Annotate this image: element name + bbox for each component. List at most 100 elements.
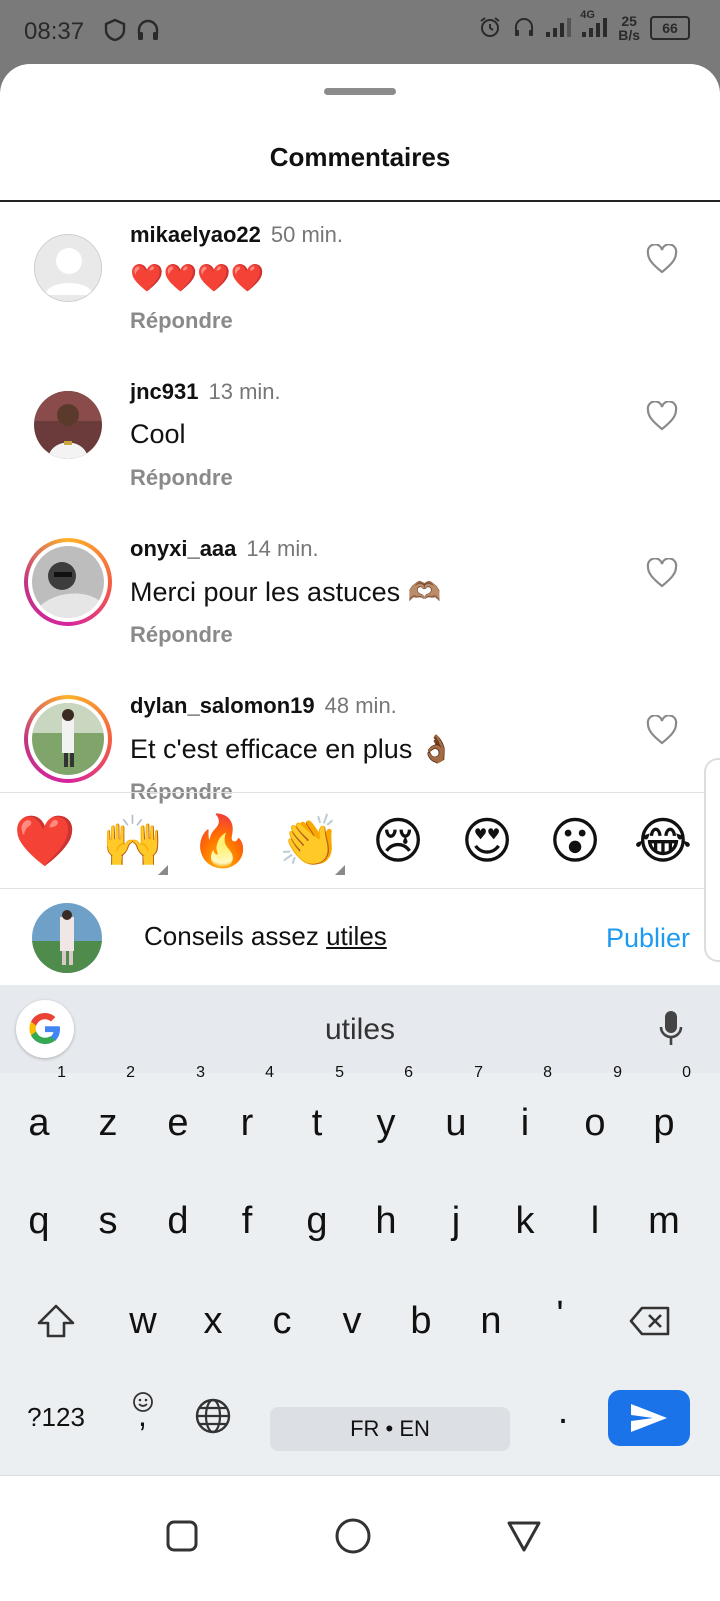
- key-x[interactable]: x: [182, 1281, 244, 1361]
- like-heart-icon[interactable]: [646, 714, 678, 745]
- key-n[interactable]: n: [460, 1281, 522, 1361]
- period-key[interactable]: .: [532, 1381, 594, 1441]
- avatar-story-ring[interactable]: [24, 538, 112, 626]
- key-a[interactable]: a1: [8, 1064, 70, 1163]
- home-button[interactable]: [333, 1516, 373, 1556]
- key-l[interactable]: l: [564, 1181, 626, 1261]
- avatar[interactable]: [34, 391, 102, 459]
- key-i[interactable]: i8: [494, 1064, 556, 1163]
- triangle-back-icon: [507, 1521, 541, 1552]
- publish-button[interactable]: Publier: [606, 923, 690, 954]
- navigation-bar: [0, 1475, 720, 1601]
- comment-text: Merci pour les astuces 🫶🏽: [130, 577, 442, 607]
- emoji-raising-hands[interactable]: 🙌: [101, 809, 165, 873]
- key-o[interactable]: o9: [564, 1064, 626, 1163]
- reply-button[interactable]: Répondre: [130, 308, 233, 334]
- user-photo: [32, 546, 104, 618]
- key-e[interactable]: e3: [147, 1064, 209, 1163]
- key-b[interactable]: b: [390, 1281, 452, 1361]
- comment-item: onyxi_aaa 14 min. Merci pour les astuces …: [0, 518, 720, 678]
- user-photo: [32, 703, 104, 775]
- key-h[interactable]: h: [355, 1181, 417, 1261]
- emoji-quick-bar: ❤️ 🙌 🔥 👏 😢 😍 😮 😂: [0, 793, 720, 888]
- comment-item: jnc931 13 min. Cool Répondre: [0, 361, 720, 521]
- username[interactable]: mikaelyao22: [130, 222, 261, 247]
- comment-time: 13 min.: [208, 379, 281, 404]
- battery-icon: 66: [650, 16, 690, 40]
- emoji-comma-key[interactable]: ,: [112, 1385, 174, 1445]
- avatar-story-ring[interactable]: [24, 695, 112, 783]
- key-y[interactable]: y6: [355, 1064, 417, 1163]
- key-u[interactable]: u7: [425, 1064, 487, 1163]
- comment-meta: dylan_salomon19 48 min.: [130, 693, 397, 719]
- side-edge-handle[interactable]: [704, 758, 720, 962]
- key-hint: 9: [613, 1064, 622, 1081]
- reply-button[interactable]: Répondre: [130, 622, 233, 648]
- avatar[interactable]: [34, 234, 102, 302]
- key-p[interactable]: p0: [633, 1064, 695, 1163]
- drag-handle[interactable]: [324, 88, 396, 95]
- battery-level: 66: [662, 20, 678, 36]
- key-hint: 8: [543, 1064, 552, 1081]
- key-hint: 3: [196, 1064, 205, 1081]
- emoji-surprised-face[interactable]: 😮: [543, 809, 607, 873]
- key-label: u: [445, 1102, 467, 1144]
- backspace-key[interactable]: [618, 1281, 682, 1361]
- key-w[interactable]: w: [112, 1281, 174, 1361]
- like-heart-icon[interactable]: [646, 557, 678, 588]
- key-v[interactable]: v: [321, 1281, 383, 1361]
- username[interactable]: dylan_salomon19: [130, 693, 315, 718]
- recent-apps-button[interactable]: [162, 1516, 202, 1556]
- word-suggestion[interactable]: utiles: [0, 1013, 720, 1047]
- shift-key[interactable]: [24, 1281, 88, 1361]
- microphone-icon[interactable]: [658, 1009, 684, 1054]
- key-c[interactable]: c: [251, 1281, 313, 1361]
- title-divider: [0, 200, 720, 202]
- key-k[interactable]: k: [494, 1181, 556, 1261]
- emoji-heart[interactable]: ❤️: [13, 809, 77, 873]
- status-time: 08:37: [24, 18, 85, 45]
- square-icon: [166, 1520, 198, 1552]
- skin-tone-indicator: [335, 865, 345, 875]
- reply-button[interactable]: Répondre: [130, 465, 233, 491]
- send-key[interactable]: [608, 1390, 690, 1446]
- language-key[interactable]: [182, 1385, 244, 1445]
- emoji-clapping-hands[interactable]: 👏: [278, 809, 342, 873]
- key-g[interactable]: g: [286, 1181, 348, 1261]
- globe-icon: [195, 1398, 231, 1434]
- key-m[interactable]: m: [633, 1181, 695, 1261]
- key-apostrophe[interactable]: ': [529, 1275, 591, 1355]
- key-s[interactable]: s: [77, 1181, 139, 1261]
- status-bar: 08:37 4G 25 B/s 66: [0, 0, 720, 64]
- key-label: r: [240, 1102, 254, 1144]
- story-ring-gap: [28, 542, 108, 622]
- space-bar[interactable]: FR • EN: [270, 1407, 510, 1451]
- key-q[interactable]: q: [8, 1181, 70, 1261]
- backspace-icon: [629, 1306, 670, 1336]
- shift-icon: [37, 1304, 75, 1338]
- comment-input[interactable]: Conseils assez utiles: [144, 921, 387, 952]
- key-d[interactable]: d: [147, 1181, 209, 1261]
- key-t[interactable]: t5: [286, 1064, 348, 1163]
- my-avatar: [32, 903, 102, 973]
- key-f[interactable]: f: [216, 1181, 278, 1261]
- like-heart-icon[interactable]: [646, 400, 678, 431]
- emoji-crying-face[interactable]: 😢: [366, 809, 430, 873]
- emoji-tears-of-joy[interactable]: 😂: [631, 809, 695, 873]
- key-z[interactable]: z2: [77, 1064, 139, 1163]
- send-icon: [631, 1404, 667, 1432]
- comment-time: 48 min.: [324, 693, 397, 718]
- key-hint: 2: [126, 1064, 135, 1081]
- key-label: e: [167, 1102, 189, 1144]
- username[interactable]: onyxi_aaa: [130, 536, 236, 561]
- key-j[interactable]: j: [425, 1181, 487, 1261]
- back-button[interactable]: [504, 1516, 544, 1556]
- comments-list[interactable]: mikaelyao22 50 min. ❤️❤️❤️❤️ Répondre jnc: [0, 204, 720, 873]
- username[interactable]: jnc931: [130, 379, 199, 404]
- key-r[interactable]: r4: [216, 1064, 278, 1163]
- alarm-icon: [478, 15, 502, 42]
- emoji-heart-eyes[interactable]: 😍: [455, 809, 519, 873]
- like-heart-icon[interactable]: [646, 243, 678, 274]
- emoji-fire[interactable]: 🔥: [190, 809, 254, 873]
- symbols-key[interactable]: ?123: [20, 1389, 92, 1445]
